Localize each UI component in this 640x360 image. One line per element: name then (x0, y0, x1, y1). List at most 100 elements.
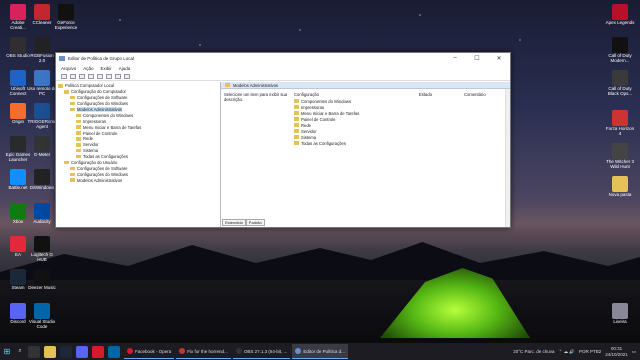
list-item-label: Painel de Controle (301, 116, 336, 122)
filter-icon[interactable] (124, 73, 130, 79)
task-view-icon[interactable] (28, 345, 40, 358)
file-explorer-icon[interactable] (44, 345, 56, 358)
wallpaper-ground (0, 280, 640, 343)
folder-icon (294, 129, 299, 133)
close-button[interactable]: ✕ (488, 55, 510, 62)
app-icon (295, 348, 302, 354)
desktop-shortcut[interactable]: TRIGGERcmd Agent (27, 103, 57, 130)
desktop-shortcut[interactable]: Lixeira (605, 303, 635, 325)
gpedit-window[interactable]: Editor de Política de Grupo Local – ☐ ✕ … (55, 52, 511, 228)
triggercmd-icon (34, 103, 50, 119)
desktop-shortcut[interactable]: RGBFusion 2.0 (27, 37, 57, 64)
desktop-shortcut[interactable]: Deezer Music (27, 269, 57, 291)
desktop-shortcut-label: Call of Duty Modern... (608, 53, 632, 63)
witcher-icon (612, 143, 628, 159)
taskbar-app-button[interactable]: OBS 27.1.3 (64-bit, ... (232, 344, 291, 359)
tree-item[interactable]: Modelos Administrativos (56, 177, 220, 183)
export-list-icon[interactable] (97, 73, 103, 79)
ea-icon (10, 236, 26, 252)
column-state[interactable]: Estado (419, 92, 432, 97)
minimize-button[interactable]: – (444, 55, 466, 62)
menu-ajuda[interactable]: Ajuda (119, 66, 131, 71)
show-hide-tree-icon[interactable] (88, 73, 94, 79)
tree-item-label: Modelos Administrativos (77, 107, 123, 112)
properties-icon[interactable] (115, 73, 121, 79)
folder-icon (70, 166, 75, 171)
desktop-shortcut-label: Forza Horizon 4 (605, 126, 635, 136)
taskbar-app-label: Editor de Política d... (303, 348, 345, 354)
menu-acao[interactable]: Ação (83, 66, 93, 71)
column-setting[interactable]: Configuração (294, 92, 319, 97)
menu-exibir[interactable]: Exibir (101, 66, 112, 71)
tree-item-label: Componentes do Windows (83, 112, 134, 118)
folder-icon (294, 123, 299, 127)
tree-item-label: Configuração do Usuário (71, 160, 118, 166)
maximize-button[interactable]: ☐ (466, 55, 488, 62)
details-header-title: Modelos Administrativos (233, 82, 279, 88)
tree-item-label: Modelos Administrativos (77, 177, 123, 183)
view-tabs: Estendido Padrão (222, 219, 265, 226)
tray-icons[interactable]: ⌃ ☁ 🔊 (559, 349, 575, 355)
list-item-label: Sistema (301, 134, 317, 140)
list-item-label: Servidor (301, 128, 317, 134)
vertical-scrollbar[interactable] (505, 89, 510, 227)
list-item[interactable]: Componentes do Windows (294, 98, 359, 104)
desktop-shortcut[interactable]: The Witcher 3 Wild Hunt (605, 143, 635, 170)
tree-item-label: Painel de Controle (83, 130, 118, 136)
column-comment[interactable]: Comentário (464, 92, 486, 97)
folder-icon (70, 107, 75, 112)
desktop-shortcut[interactable]: GeForce Experience (51, 4, 81, 31)
window-titlebar[interactable]: Editor de Política de Grupo Local – ☐ ✕ (56, 53, 510, 64)
tab-estendido[interactable]: Estendido (222, 219, 246, 226)
desktop-shortcut[interactable]: DSWindows (27, 169, 57, 191)
folder-icon (76, 113, 81, 118)
taskbar-app-button[interactable]: Facebook - Opera (124, 344, 175, 359)
desktop-shortcut[interactable]: Call of Duty Modern... (605, 37, 635, 64)
desktop-shortcut[interactable]: Visual Studio Code (27, 303, 57, 330)
start-button[interactable]: ⊞ (0, 343, 14, 360)
desktop-shortcut[interactable]: Uso remoto do PC (27, 70, 57, 97)
back-icon[interactable] (61, 73, 67, 79)
language-indicator[interactable]: POR PTB2 (579, 349, 601, 354)
menu-arquivo[interactable]: Arquivo (61, 66, 76, 71)
tab-padrao[interactable]: Padrão (245, 219, 265, 226)
mw-icon (612, 37, 628, 53)
taskbar-app-button[interactable]: Fix for the horrend... (176, 344, 231, 359)
help-icon[interactable] (106, 73, 112, 79)
list-item[interactable]: Menu Iniciar e Barra de Tarefas (294, 110, 359, 116)
folder-icon (64, 160, 69, 165)
forza-icon (612, 110, 628, 126)
forward-icon[interactable] (70, 73, 76, 79)
up-folder-icon[interactable] (79, 73, 85, 79)
taskbar-app-label: Facebook - Opera (135, 348, 172, 354)
weather-widget[interactable]: 20°C Parc. de chuva (513, 349, 554, 354)
details-header: Modelos Administrativos (221, 82, 510, 89)
opera-taskbar-icon[interactable] (92, 345, 104, 358)
desktop-shortcut[interactable]: Apex Legends (605, 4, 635, 26)
desktop-shortcut[interactable]: Nova pasta (605, 176, 635, 198)
desktop-shortcut[interactable]: Forza Horizon 4 (605, 110, 635, 137)
steam-taskbar-icon[interactable] (60, 345, 72, 358)
list-item-label: Impressoras (301, 104, 325, 110)
desktop-shortcut[interactable]: Call of Duty Black Ops... (605, 70, 635, 97)
list-item[interactable]: Todas as Configurações (294, 140, 359, 146)
desktop-shortcut[interactable]: G-Meter (27, 136, 57, 158)
folder-icon (294, 135, 299, 139)
tree-item-label: Configurações de Software (77, 165, 128, 171)
steam-icon (10, 269, 26, 285)
policy-tree[interactable]: Política Computador Local Configuração do… (56, 82, 221, 227)
taskbar-app-button[interactable]: Editor de Política d... (292, 344, 348, 359)
discord-taskbar-icon[interactable] (76, 345, 88, 358)
tree-item-label: Menu Iniciar e Barra de Tarefas (83, 124, 142, 130)
desktop-shortcut-label: Logitech G HUB (31, 252, 53, 262)
notifications-icon[interactable]: ▭ (632, 349, 636, 355)
dswindows-icon (34, 169, 50, 185)
search-icon[interactable]: ⌕ (14, 343, 26, 360)
folder-icon (225, 83, 230, 87)
desktop-shortcut[interactable]: Logitech G HUB (27, 236, 57, 263)
vscode-taskbar-icon[interactable] (108, 345, 120, 358)
desktop-shortcut[interactable]: Audacity (27, 203, 57, 225)
tree-item-label: Servidor (83, 142, 99, 148)
description-text: Selecione um item para exibir sua descri… (224, 92, 288, 103)
clock[interactable]: 00:31 24/10/2021 (605, 346, 628, 357)
